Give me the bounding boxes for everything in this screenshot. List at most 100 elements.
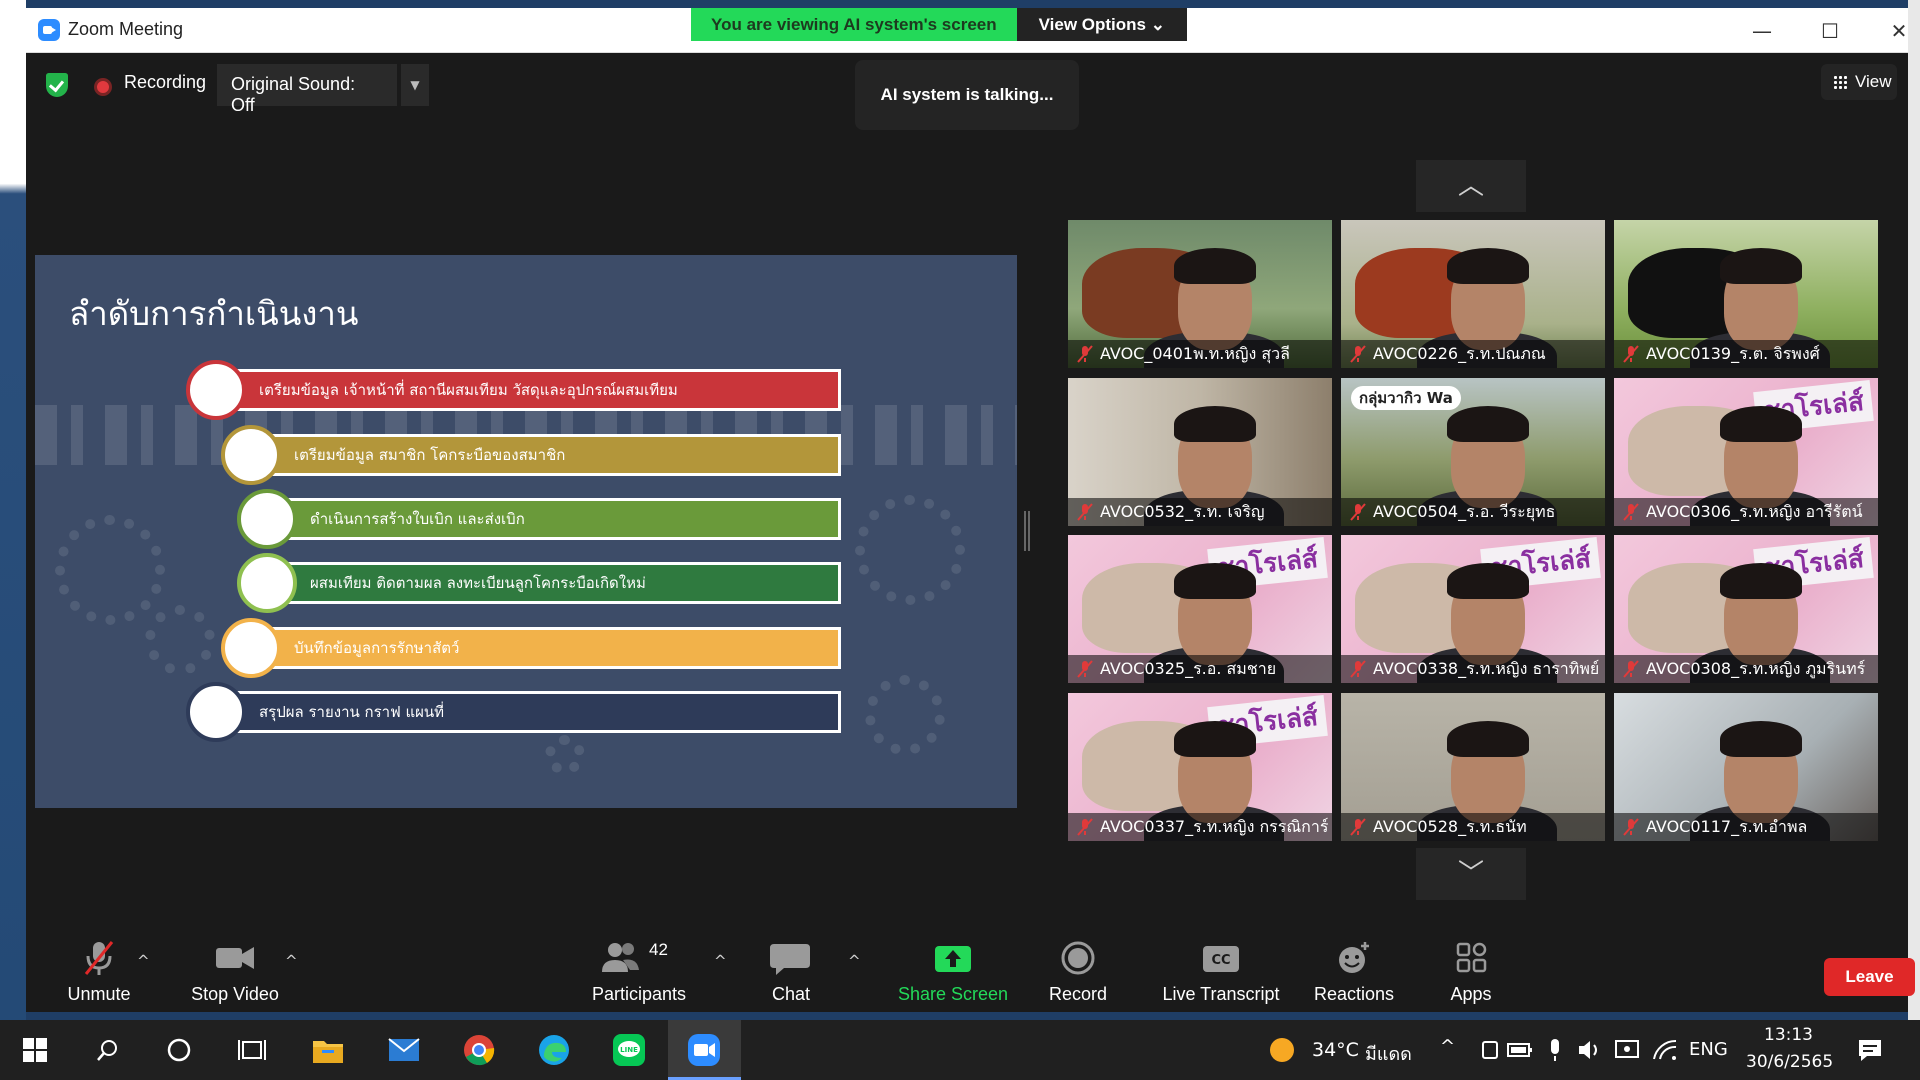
workflow-step: บันทึกข้อมูลการรักษาสัตว์ [249, 627, 841, 669]
grid-icon [1833, 75, 1848, 90]
windows-start-icon[interactable] [15, 1030, 55, 1070]
participant-name: AVOC0139_ร.ต. จิรพงศ์ [1614, 340, 1878, 368]
participant-hair [1447, 721, 1529, 757]
participant-video-tile[interactable]: ชาโรเล่ส์ AVOC0338_ร.ท.หญิง ธาราทิพย์ [1341, 535, 1605, 683]
chat-button[interactable]: Chat [756, 938, 826, 1018]
volume-icon[interactable] [1570, 1030, 1610, 1070]
unmute-label: Unmute [67, 984, 131, 1004]
participant-hair [1447, 563, 1529, 599]
participant-video-tile[interactable]: AVOC0117_ร.ท.อำพล [1614, 693, 1878, 841]
live-transcript-label: Live Transcript [1162, 984, 1280, 1004]
talking-indicator: AI system is talking... [855, 60, 1079, 130]
share-status-text: You are viewing AI system's screen [691, 8, 1017, 41]
workflow-step-marker [186, 360, 246, 420]
participant-video-tile[interactable]: AVOC0139_ร.ต. จิรพงศ์ [1614, 220, 1878, 368]
participant-name: AVOC0325_ร.อ. สมชาย [1068, 655, 1332, 683]
participant-video-tile[interactable]: AVOC_0401พ.ท.หญิง สุวลี [1068, 220, 1332, 368]
show-hidden-icons-caret[interactable]: ^ [1440, 1036, 1455, 1057]
wifi-icon[interactable] [1645, 1030, 1685, 1070]
battery-icon[interactable] [1500, 1030, 1540, 1070]
participant-video-tile[interactable]: ชาโรเล่ส์ AVOC0325_ร.อ. สมชาย [1068, 535, 1332, 683]
leave-button[interactable]: Leave [1824, 958, 1915, 996]
svg-text:LINE: LINE [620, 1046, 638, 1054]
minimize-button[interactable]: — [1737, 16, 1787, 46]
security-shield-icon[interactable] [46, 73, 68, 97]
participant-hair [1447, 248, 1529, 284]
muted-microphone-icon [1623, 660, 1639, 678]
chat-bubble-icon [766, 938, 816, 978]
view-button[interactable]: View [1821, 64, 1897, 100]
record-icon [1053, 938, 1103, 978]
participant-name: AVOC0117_ร.ท.อำพล [1614, 813, 1878, 841]
workflow-step-marker [237, 489, 297, 549]
clock-date[interactable]: 30/6/2565 [1746, 1052, 1833, 1072]
muted-microphone-icon [1623, 503, 1639, 521]
weather-sun-icon[interactable] [1262, 1030, 1302, 1070]
view-options-button[interactable]: View Options ⌄ [1016, 8, 1187, 41]
participant-name: AVOC0306_ร.ท.หญิง อารีรัตน์ [1614, 498, 1878, 526]
participants-label: Participants [591, 984, 687, 1004]
maximize-button[interactable]: ☐ [1805, 16, 1855, 46]
participant-video-tile[interactable]: AVOC0532_ร.ท. เจริญ [1068, 378, 1332, 526]
stop-video-button[interactable]: Stop Video [180, 938, 290, 1018]
clock-time[interactable]: 13:13 [1764, 1025, 1813, 1045]
participant-video-tile[interactable]: AVOC0528_ร.ท.ธนัท [1341, 693, 1605, 841]
workflow-step-marker [186, 682, 246, 742]
file-explorer-icon[interactable] [308, 1030, 348, 1070]
video-options-caret[interactable]: ^ [285, 952, 298, 970]
weather-text[interactable]: มีแดด [1365, 1039, 1412, 1068]
task-view-icon[interactable] [232, 1030, 272, 1070]
participant-video-tile[interactable]: ชาโรเล่ส์ AVOC0306_ร.ท.หญิง อารีรัตน์ [1614, 378, 1878, 526]
original-sound-button[interactable]: Original Sound: Off [217, 64, 397, 115]
slide-title: ลำดับการกำเนินงาน [69, 294, 359, 333]
original-sound-dropdown[interactable]: ▼ [401, 64, 429, 106]
participant-video-tile[interactable]: AVOC0226_ร.ท.ปณภณ [1341, 220, 1605, 368]
muted-microphone-icon [1623, 818, 1639, 836]
unmute-button[interactable]: Unmute [56, 938, 142, 1018]
gallery-scroll-up-button[interactable]: ︿ [1416, 160, 1526, 212]
participant-video-tile[interactable]: กลุ่มวากิว Wa AVOC0504_ร.อ. วีระยุทธ [1341, 378, 1605, 526]
chrome-icon[interactable] [459, 1030, 499, 1070]
apps-button[interactable]: Apps [1436, 938, 1506, 1018]
recording-icon [94, 78, 112, 96]
input-language[interactable]: ENG [1689, 1039, 1728, 1060]
recording-label[interactable]: Recording [124, 72, 206, 93]
zoom-taskbar-icon[interactable] [684, 1030, 724, 1070]
participant-video-tile[interactable]: ชาโรเล่ส์ AVOC0308_ร.ท.หญิง ภูมรินทร์ [1614, 535, 1878, 683]
share-screen-button[interactable]: Share Screen [888, 938, 1018, 1018]
workflow-step: ดำเนินการสร้างใบเบิก และส่งเบิก [265, 498, 841, 540]
participants-options-caret[interactable]: ^ [714, 952, 727, 970]
live-transcript-button[interactable]: CC Live Transcript [1151, 938, 1291, 1018]
participant-hair [1174, 563, 1256, 599]
desktop-background-right [1908, 0, 1920, 1020]
line-app-icon[interactable]: LINE [609, 1030, 649, 1070]
participant-hair [1720, 563, 1802, 599]
workflow-step-marker [221, 425, 281, 485]
search-icon[interactable] [88, 1030, 128, 1070]
participant-video-tile[interactable]: ชาโรเล่ส์ AVOC0337_ร.ท.หญิง กรรณิการ์ [1068, 693, 1332, 841]
workflow-step-marker [221, 618, 281, 678]
cortana-icon[interactable] [159, 1030, 199, 1070]
chat-options-caret[interactable]: ^ [848, 952, 861, 970]
muted-microphone-icon [1350, 345, 1366, 363]
microphone-tray-icon[interactable] [1535, 1030, 1575, 1070]
gallery-scroll-down-button[interactable]: ﹀ [1416, 848, 1526, 900]
edge-icon[interactable] [534, 1030, 574, 1070]
participants-button[interactable]: 42 Participants [584, 938, 694, 1018]
reactions-button[interactable]: Reactions [1299, 938, 1409, 1018]
close-button[interactable]: ✕ [1874, 16, 1920, 46]
panel-splitter-handle[interactable] [1024, 511, 1030, 551]
share-screen-label: Share Screen [897, 984, 1009, 1004]
audio-options-caret[interactable]: ^ [137, 952, 150, 970]
view-label: View [1855, 72, 1892, 91]
record-button[interactable]: Record [1038, 938, 1118, 1018]
muted-microphone-icon [1623, 345, 1639, 363]
chat-label: Chat [771, 984, 811, 1004]
network-screen-icon[interactable] [1607, 1030, 1647, 1070]
share-banner: You are viewing AI system's screen View … [691, 8, 1187, 41]
temperature[interactable]: 34°C [1312, 1039, 1359, 1061]
notifications-icon[interactable] [1850, 1030, 1890, 1070]
muted-microphone-icon [1350, 503, 1366, 521]
zoom-app-icon [38, 19, 60, 41]
mail-icon[interactable] [384, 1030, 424, 1070]
